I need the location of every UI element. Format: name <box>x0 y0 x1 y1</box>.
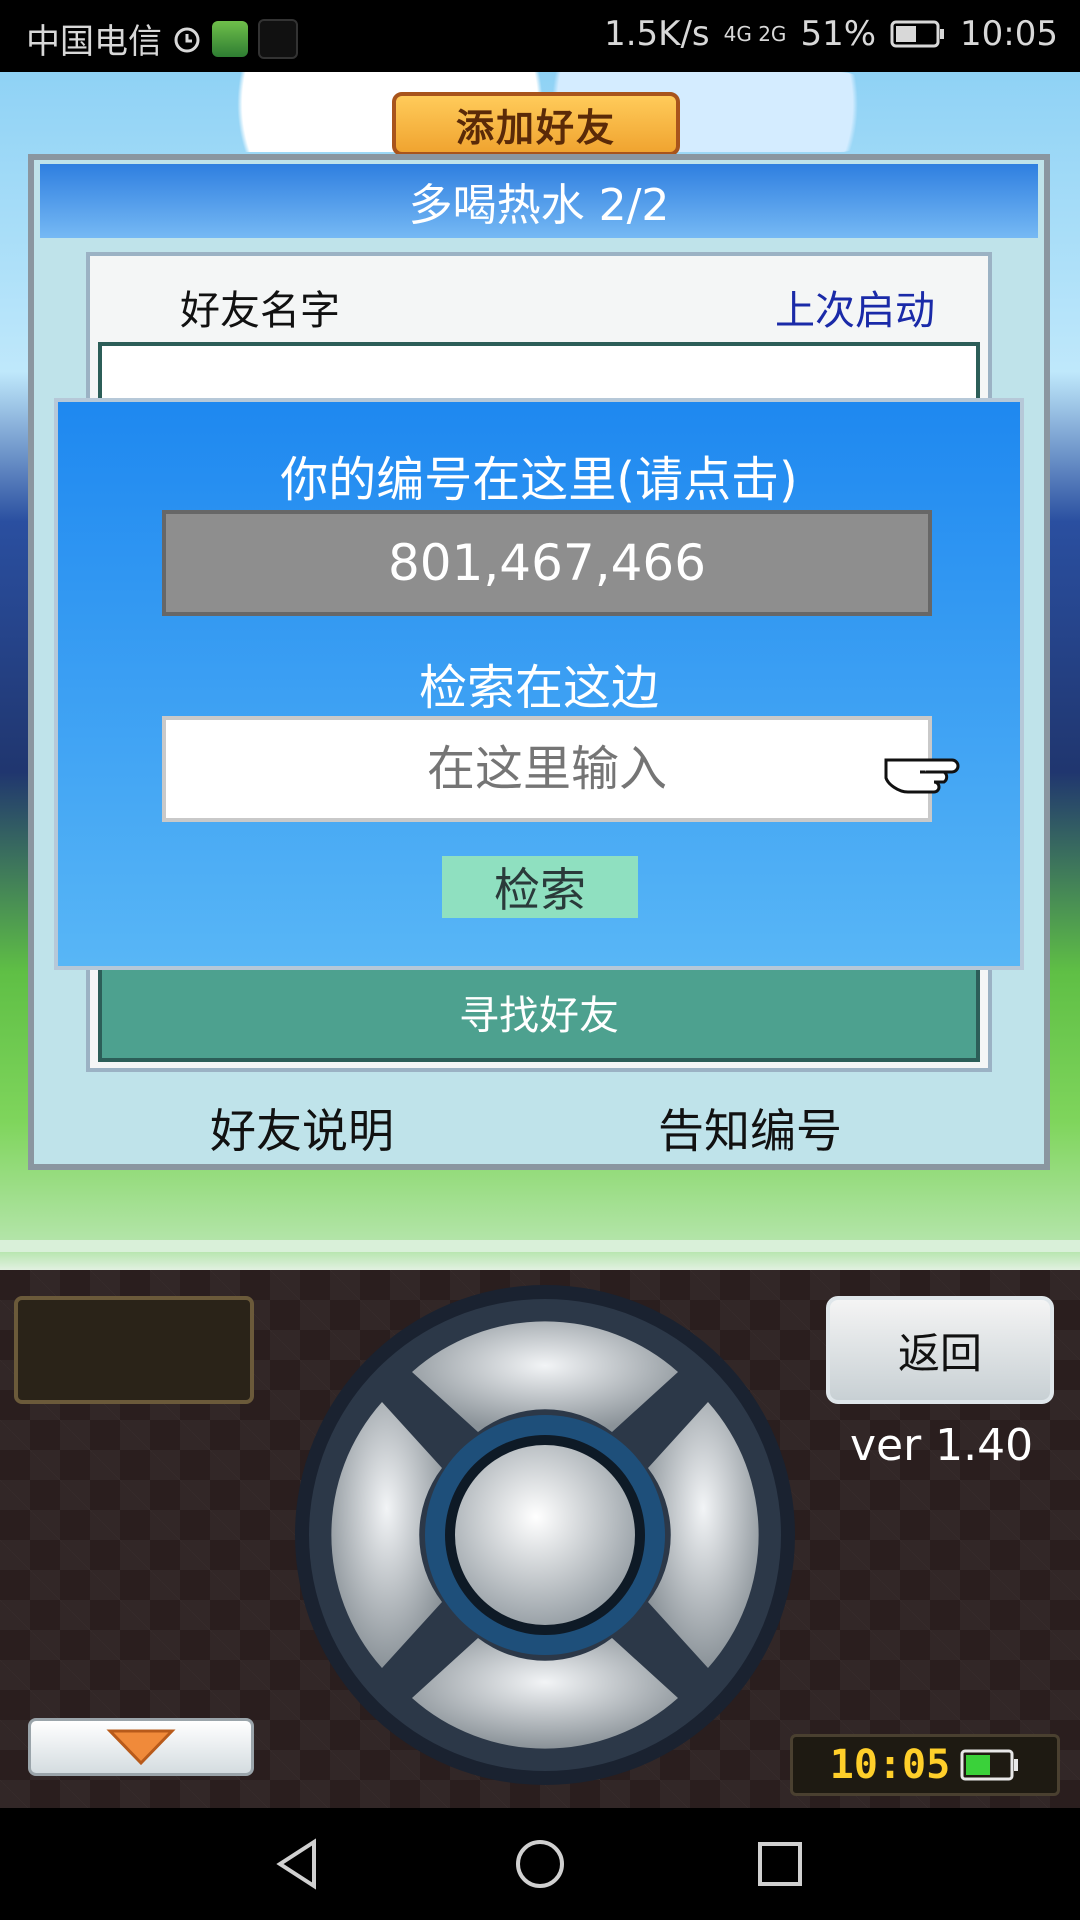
triangle-down-icon <box>106 1729 176 1766</box>
title-tab-add-friend: 添加好友 <box>392 92 680 156</box>
clock: 10:05 <box>960 14 1058 54</box>
column-last-launch: 上次启动 <box>775 288 935 334</box>
panel-title: 多喝热水 2/2 <box>40 164 1038 238</box>
pointing-hand-icon <box>884 758 960 794</box>
friend-help-button[interactable]: 好友说明 <box>210 1095 394 1161</box>
search-button[interactable]: 检索 <box>442 856 638 918</box>
dpad[interactable] <box>292 1282 798 1788</box>
net-speed: 1.5K/s <box>604 14 710 54</box>
mini-display <box>14 1296 254 1404</box>
version-label: ver 1.40 <box>850 1420 1034 1471</box>
tiktok-icon <box>258 18 298 59</box>
share-id-button[interactable]: 告知编号 <box>658 1095 842 1161</box>
back-button[interactable]: 返回 <box>826 1296 1054 1404</box>
nav-home-icon[interactable] <box>512 1836 568 1892</box>
game-app-icon <box>212 20 248 57</box>
alarm-icon <box>174 27 200 52</box>
battery-icon <box>890 20 945 48</box>
find-friends-button[interactable]: 寻找好友 <box>102 965 976 1058</box>
dpad-center-button[interactable] <box>455 1445 635 1625</box>
scroll-down-button[interactable] <box>28 1718 254 1776</box>
player-id-button[interactable]: 801,467,466 <box>162 510 932 616</box>
battery-icon <box>960 1749 1019 1781</box>
dialog-title: 你的编号在这里(请点击) <box>280 452 798 508</box>
column-friend-name: 好友名字 <box>180 288 340 334</box>
game-clock-time: 10:05 <box>829 1742 951 1788</box>
battery-percent: 51% <box>800 14 877 54</box>
game-clock: 10:05 <box>790 1734 1060 1796</box>
search-label: 检索在这边 <box>418 660 659 716</box>
field-stripe <box>0 1240 1080 1252</box>
nav-back-icon[interactable] <box>270 1836 326 1892</box>
status-bar: 中国电信 1.5K/s 4G 2G 51% 10:05 <box>0 0 1080 72</box>
carrier-label: 中国电信 <box>26 22 162 62</box>
search-input[interactable] <box>162 716 932 822</box>
signal-icon: 4G 2G <box>723 22 787 46</box>
nav-recents-icon[interactable] <box>752 1836 808 1892</box>
